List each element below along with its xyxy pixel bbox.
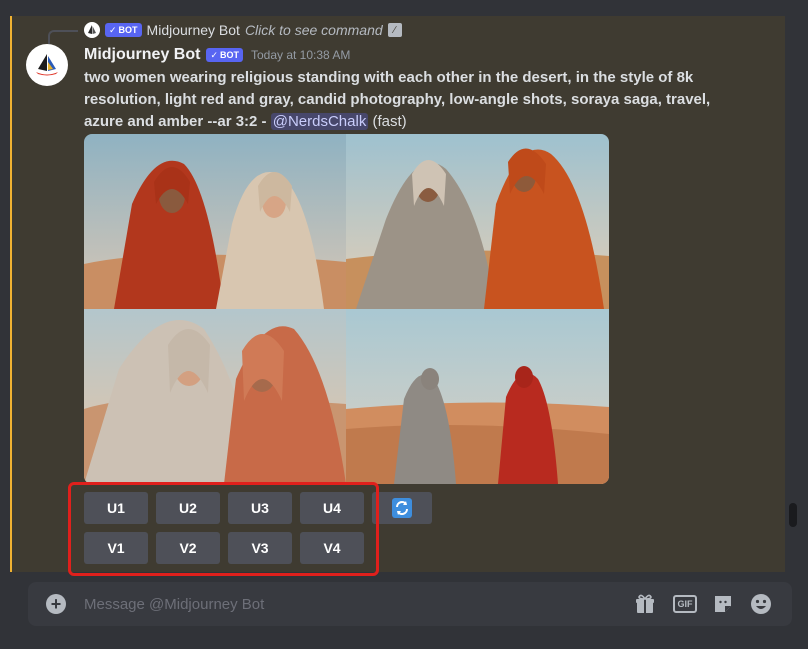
gif-icon[interactable]: GIF <box>673 595 697 613</box>
discord-window: ✓ BOT Midjourney Bot Click to see command… <box>0 0 808 649</box>
grid-image-3[interactable] <box>84 309 346 484</box>
prompt-text: two women wearing religious standing wit… <box>84 67 724 133</box>
slash-command-icon: ∕ <box>387 23 402 37</box>
add-attachment-button[interactable]: + <box>46 594 66 614</box>
reply-bot-tag: ✓ BOT <box>105 23 142 37</box>
message-timestamp: Today at 10:38 AM <box>250 48 351 62</box>
sailboat-icon <box>36 54 58 76</box>
reroll-button[interactable] <box>372 492 432 524</box>
emoji-icon[interactable] <box>750 593 772 615</box>
scrollbar-thumb[interactable] <box>789 503 797 527</box>
grid-image-1[interactable] <box>84 134 346 309</box>
grid-image-2[interactable] <box>346 134 609 309</box>
bot-tag: ✓ BOT <box>206 48 243 62</box>
message-composer: + GIF <box>28 582 792 626</box>
annotation-highlight-box <box>68 482 379 576</box>
gift-icon[interactable] <box>634 593 656 615</box>
reply-reference[interactable]: ✓ BOT Midjourney Bot Click to see command… <box>84 21 402 39</box>
reply-author-name[interactable]: Midjourney Bot <box>147 22 240 38</box>
grid-image-4[interactable] <box>346 309 609 484</box>
user-mention[interactable]: @NerdsChalk <box>270 113 369 130</box>
reply-avatar <box>84 22 100 38</box>
author-name[interactable]: Midjourney Bot <box>84 46 200 64</box>
top-strip <box>0 0 808 16</box>
avatar[interactable] <box>26 44 68 86</box>
reply-spine <box>48 30 78 44</box>
message-input[interactable] <box>84 582 604 626</box>
message-header: Midjourney Bot ✓ BOT Today at 10:38 AM <box>84 45 350 65</box>
sticker-icon[interactable] <box>712 593 734 615</box>
reply-command-hint[interactable]: Click to see command <box>245 22 383 38</box>
image-grid[interactable] <box>84 134 609 484</box>
speed-label: (fast) <box>372 113 407 130</box>
refresh-icon <box>392 498 412 518</box>
